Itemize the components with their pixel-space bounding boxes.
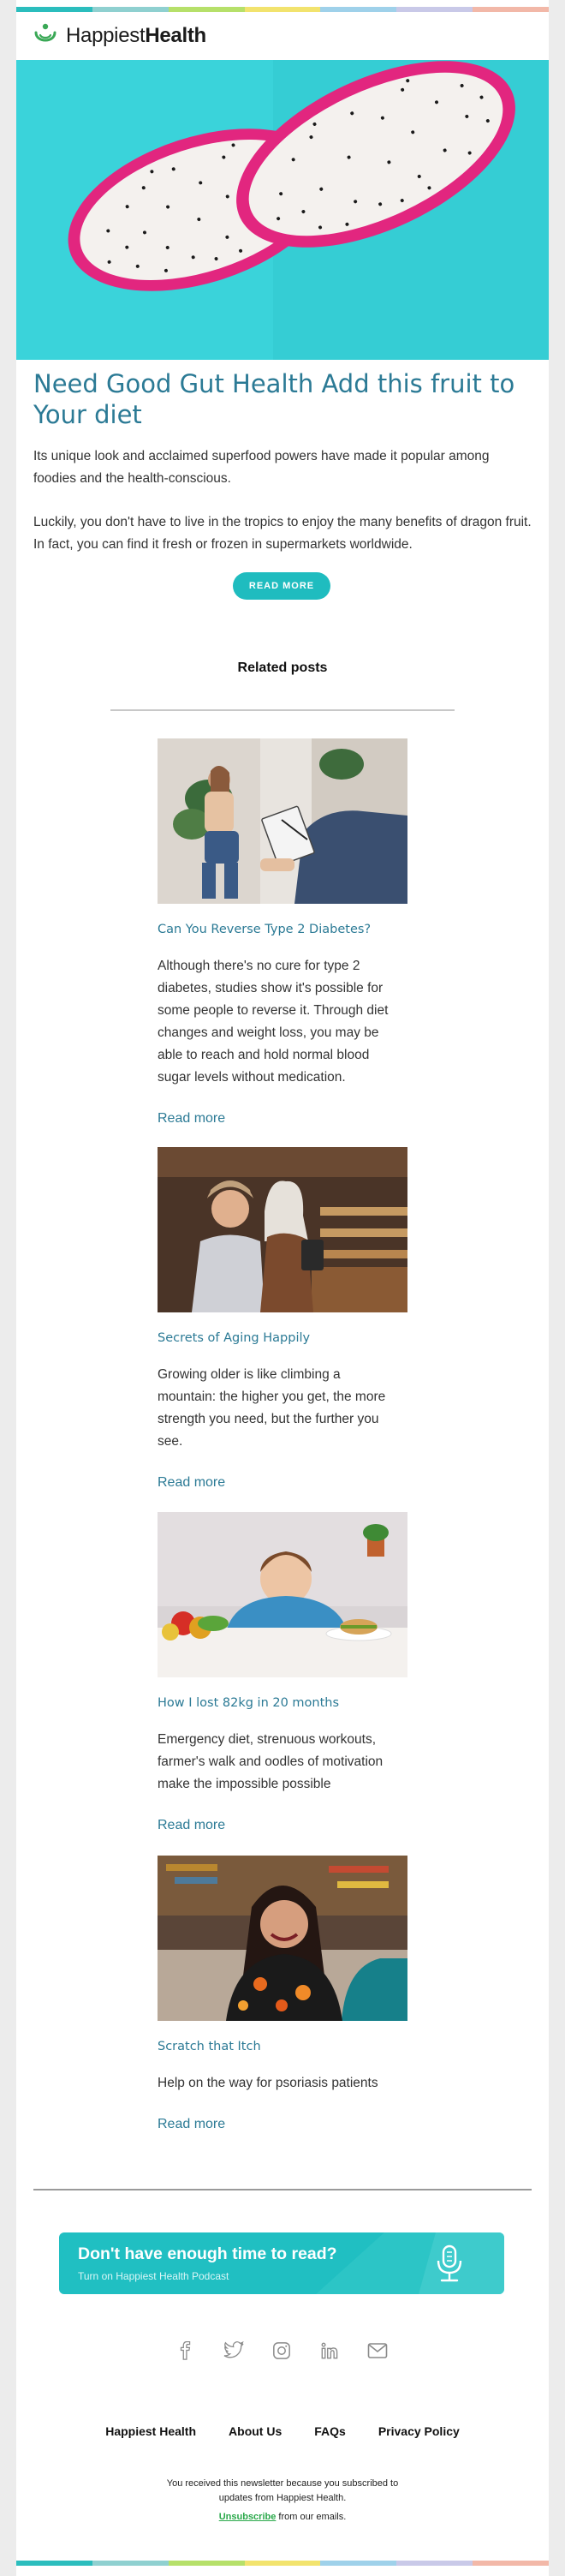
mail-icon[interactable] bbox=[366, 2339, 390, 2363]
related-post-4: Scratch that Itch Help on the way for ps… bbox=[158, 1856, 407, 2131]
article-title[interactable]: Need Good Gut Health Add this fruit to Y… bbox=[33, 368, 530, 430]
brand-name: HappiestHealth bbox=[66, 24, 206, 47]
post-excerpt: Emergency diet, strenuous workouts, farm… bbox=[158, 1732, 384, 1791]
post-read-more-link[interactable]: Read more bbox=[158, 1475, 225, 1491]
related-posts-heading: Related posts bbox=[237, 660, 328, 675]
post-title[interactable]: Scratch that Itch bbox=[158, 2040, 261, 2053]
unsubscribe-tail: from our emails. bbox=[276, 2512, 347, 2522]
facebook-icon[interactable] bbox=[174, 2339, 198, 2363]
doctor-consultation-illustration bbox=[158, 738, 407, 904]
post-excerpt: Growing older is like climbing a mountai… bbox=[158, 1367, 386, 1449]
related-post-3: How I lost 82kg in 20 months Emergency d… bbox=[158, 1512, 407, 1832]
podcast-question: Don't have enough time to read? bbox=[78, 2244, 337, 2263]
hero-image-dragon-fruit[interactable] bbox=[16, 60, 549, 360]
email-container: HappiestHealth Need Good Gut Health Add … bbox=[16, 0, 550, 2576]
subscription-notice-line-1: You received this newsletter because you… bbox=[166, 2478, 399, 2489]
post-read-more-link[interactable]: Read more bbox=[158, 1111, 225, 1127]
footer-divider bbox=[33, 2189, 532, 2190]
twitter-icon[interactable] bbox=[222, 2339, 246, 2363]
subscription-notice-line-2: updates from Happiest Health. bbox=[218, 2493, 347, 2503]
footer-nav: Happiest Health About Us FAQs Privacy Po… bbox=[16, 2424, 549, 2438]
post-title[interactable]: Secrets of Aging Happily bbox=[158, 1331, 310, 1345]
article-paragraph-1: Its unique look and acclaimed superfood … bbox=[33, 449, 490, 486]
post-image-doctor-consultation[interactable] bbox=[158, 738, 407, 904]
happiest-health-logo-icon bbox=[34, 23, 56, 42]
top-color-stripe bbox=[16, 7, 550, 12]
post-excerpt: Help on the way for psoriasis patients bbox=[158, 2076, 378, 2090]
post-image-aging-happily[interactable] bbox=[158, 1147, 407, 1312]
unsubscribe-link[interactable]: Unsubscribe bbox=[219, 2512, 277, 2522]
footer-link-privacy-policy[interactable]: Privacy Policy bbox=[378, 2424, 460, 2438]
article-paragraph-2: Luckily, you don't have to live in the t… bbox=[33, 515, 532, 552]
unsubscribe-line: Unsubscribe from our emails. bbox=[16, 2510, 549, 2525]
related-post-1: Can You Reverse Type 2 Diabetes? Althoug… bbox=[158, 738, 407, 1126]
read-more-button[interactable]: READ MORE bbox=[233, 572, 330, 600]
post-title[interactable]: How I lost 82kg in 20 months bbox=[158, 1696, 339, 1710]
post-image-psoriasis[interactable] bbox=[158, 1856, 407, 2021]
bottom-color-stripe bbox=[16, 2561, 550, 2566]
two-women-selfie-illustration bbox=[158, 1147, 407, 1312]
post-read-more-link[interactable]: Read more bbox=[158, 1818, 225, 1833]
footer-link-happiest-health[interactable]: Happiest Health bbox=[105, 2424, 196, 2438]
instagram-icon[interactable] bbox=[270, 2339, 294, 2363]
podcast-subtitle[interactable]: Turn on Happiest Health Podcast bbox=[78, 2270, 229, 2282]
smiling-woman-illustration bbox=[158, 1856, 407, 2021]
linkedin-icon[interactable] bbox=[318, 2339, 342, 2363]
footer-link-about-us[interactable]: About Us bbox=[229, 2424, 282, 2438]
post-title[interactable]: Can You Reverse Type 2 Diabetes? bbox=[158, 923, 371, 936]
podcast-banner[interactable]: Don't have enough time to read? Turn on … bbox=[59, 2232, 504, 2294]
brand-logo[interactable]: HappiestHealth bbox=[33, 21, 206, 51]
related-post-2: Secrets of Aging Happily Growing older i… bbox=[158, 1147, 407, 1490]
boy-with-vegetables-illustration bbox=[158, 1512, 407, 1677]
post-read-more-link[interactable]: Read more bbox=[158, 2117, 225, 2132]
post-excerpt: Although there's no cure for type 2 diab… bbox=[158, 959, 389, 1085]
microphone-icon bbox=[437, 2244, 462, 2282]
section-divider bbox=[110, 709, 455, 711]
footer-link-faqs[interactable]: FAQs bbox=[314, 2424, 346, 2438]
dragon-fruit-illustration bbox=[16, 60, 549, 360]
post-image-weight-loss[interactable] bbox=[158, 1512, 407, 1677]
